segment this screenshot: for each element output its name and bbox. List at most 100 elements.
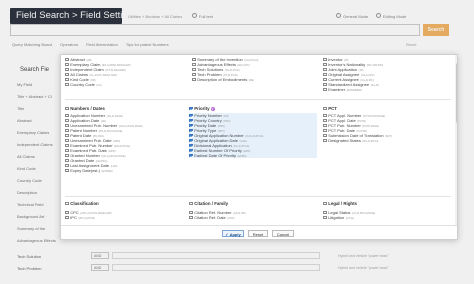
checkbox[interactable] (323, 215, 327, 220)
field-checkbox-item[interactable]: Country Code (CC) (65, 82, 193, 87)
checkbox[interactable] (323, 133, 327, 138)
checkbox[interactable] (189, 133, 193, 138)
field-label: Description of Embodiments (197, 77, 248, 82)
checkbox[interactable] (192, 62, 196, 67)
field-checkbox-item[interactable]: Designated States (DS,AI,IPCAI) (323, 138, 451, 143)
section-checkbox[interactable] (65, 106, 69, 111)
field-code: (DE) (248, 79, 255, 82)
scrollbar-thumb[interactable] (455, 63, 457, 123)
field-code: (DS,AI,IPCAI) (362, 140, 379, 143)
section-checkbox[interactable] (189, 106, 193, 111)
checkbox[interactable] (192, 67, 196, 72)
section-classification[interactable]: Classification (65, 201, 193, 207)
field-code: (EXPIRE) (101, 170, 113, 173)
divider (65, 99, 451, 100)
checkbox[interactable] (189, 210, 193, 215)
checkbox[interactable] (323, 123, 327, 128)
checkbox[interactable] (65, 143, 69, 148)
checkbox[interactable] (65, 77, 69, 82)
checkbox[interactable] (189, 118, 193, 123)
checkbox[interactable] (189, 113, 193, 118)
checkbox[interactable] (189, 128, 193, 133)
field-label: Country Code (70, 82, 95, 87)
field-setting-modal: Abstract (AB) Exemplary Claim (EX,AI,IPAD,A… (60, 54, 458, 240)
checkbox[interactable] (65, 133, 69, 138)
checkbox[interactable] (65, 123, 69, 128)
checkbox[interactable] (323, 62, 327, 67)
checkbox[interactable] (323, 57, 327, 62)
section-numbers-dates[interactable]: Numbers / Dates (65, 106, 193, 112)
checkbox[interactable] (323, 210, 327, 215)
checkbox[interactable] (189, 215, 193, 220)
checkbox[interactable] (323, 67, 327, 72)
divider (65, 196, 451, 197)
modal-scrollbar[interactable] (455, 55, 457, 225)
checkbox[interactable] (65, 138, 69, 143)
checkbox[interactable] (65, 128, 69, 133)
checkbox[interactable] (65, 158, 69, 163)
field-label: Designated States (328, 138, 361, 143)
modal-footer: ✓ Apply Reset Cancel (61, 225, 457, 239)
section-checkbox[interactable] (323, 201, 327, 206)
checkbox[interactable] (189, 153, 193, 158)
section-legal-rights[interactable]: Legal / Rights (323, 201, 451, 207)
section-label: Citation / Family (194, 201, 229, 206)
checkbox[interactable] (323, 128, 327, 133)
checkbox[interactable] (65, 118, 69, 123)
checkbox[interactable] (192, 72, 196, 77)
checkbox[interactable] (323, 82, 327, 87)
checkbox[interactable] (192, 77, 196, 82)
field-code: (EXAMINER) (346, 89, 362, 92)
help-icon[interactable]: ? (210, 106, 215, 111)
checkbox[interactable] (65, 72, 69, 77)
field-code: (LIT,AI) (345, 217, 355, 220)
checkbox[interactable] (189, 123, 193, 128)
checkbox[interactable] (323, 138, 327, 143)
field-checkbox-item[interactable]: IPC (IPC,AI,IPCAI) (65, 215, 193, 220)
checkbox[interactable] (323, 77, 327, 82)
field-checkbox-item[interactable]: Expiry Date(est.) (EXPIRE) (65, 168, 193, 173)
cancel-button[interactable]: Cancel (272, 230, 294, 237)
checkbox[interactable] (189, 143, 193, 148)
checkbox[interactable] (65, 215, 69, 220)
section-label: Classification (70, 201, 99, 206)
field-label: Examiner (328, 87, 346, 92)
section-checkbox[interactable] (65, 201, 69, 206)
checkbox[interactable] (65, 82, 69, 87)
section-pct[interactable]: PCT (323, 106, 451, 112)
checkbox[interactable] (65, 113, 69, 118)
field-checkbox-item[interactable]: Earliest Date Of Priority (EPRD) (189, 153, 317, 158)
checkbox[interactable] (192, 57, 196, 62)
field-label: Litigation (328, 215, 345, 220)
checkbox[interactable] (323, 72, 327, 77)
section-checkbox[interactable] (323, 106, 327, 111)
checkbox[interactable] (323, 87, 327, 92)
checkbox[interactable] (65, 148, 69, 153)
field-checkbox-item[interactable]: Citation Ref. Date (CFD) (189, 215, 317, 220)
field-checkbox-item[interactable]: Examiner (EXAMINER) (323, 87, 451, 92)
field-checkbox-item[interactable]: Litigation (LIT,AI) (323, 215, 451, 220)
modal-content: Abstract (AB) Exemplary Claim (EX,AI,IPAD,A… (61, 55, 455, 225)
section-checkbox[interactable] (189, 201, 193, 206)
checkbox[interactable] (65, 153, 69, 158)
checkbox[interactable] (189, 148, 193, 153)
checkbox[interactable] (323, 118, 327, 123)
checkbox[interactable] (65, 168, 69, 173)
field-code: (CC) (96, 84, 102, 87)
checkbox[interactable] (65, 210, 69, 215)
checkbox[interactable] (189, 138, 193, 143)
section-citation-family[interactable]: Citation / Family (189, 201, 317, 207)
reset-button[interactable]: Reset (248, 230, 268, 237)
checkbox[interactable] (65, 67, 69, 72)
section-label: Legal / Rights (328, 201, 357, 206)
checkbox[interactable] (65, 163, 69, 168)
apply-button[interactable]: ✓ Apply (222, 230, 244, 237)
field-code: (CFD) (227, 217, 235, 220)
field-checkbox-item[interactable]: Description of Embodiments (DE) (192, 77, 320, 82)
field-label: Citation Ref. Date (194, 215, 226, 220)
section-priority[interactable]: Priority? (189, 106, 317, 112)
checkbox[interactable] (65, 62, 69, 67)
checkbox[interactable] (65, 57, 69, 62)
apply-label: Apply (229, 232, 241, 237)
checkbox[interactable] (323, 113, 327, 118)
